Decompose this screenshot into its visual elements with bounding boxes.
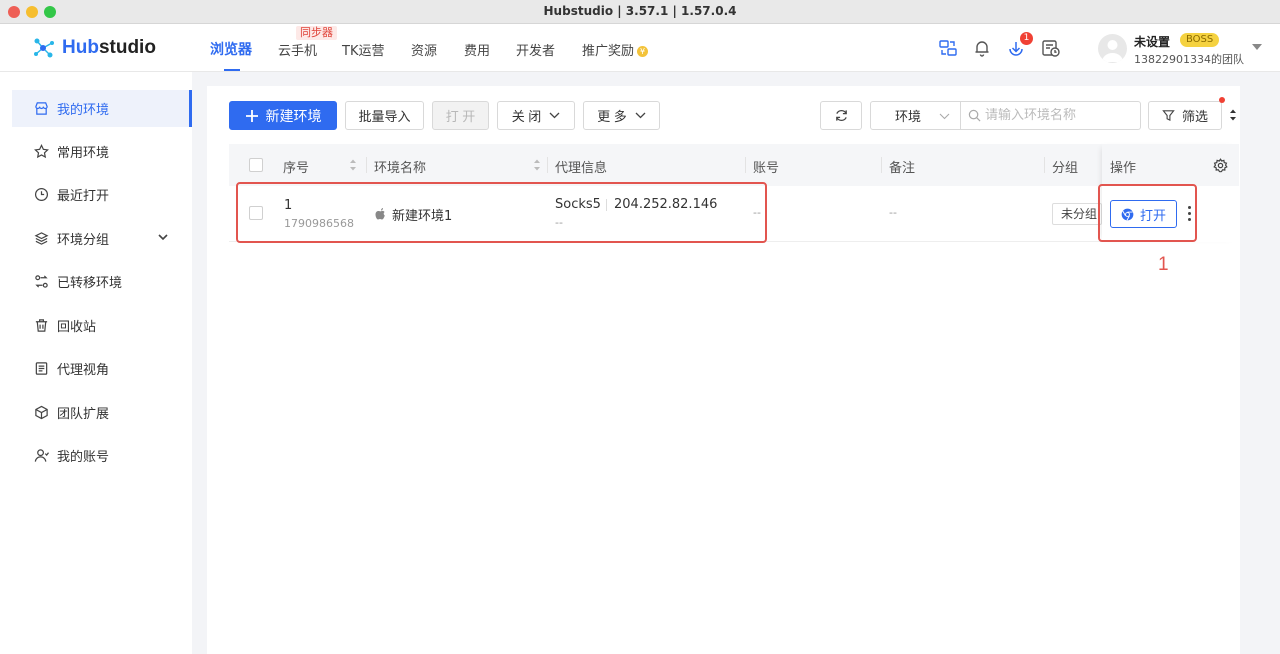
role-badge: BOSS <box>1180 33 1220 47</box>
column-header-group: 分组 <box>1052 161 1079 176</box>
sidebar-item-label: 环境分组 <box>57 233 110 248</box>
nav-browser[interactable]: 浏览器 <box>210 39 252 59</box>
new-environment-button[interactable]: 新建环境 <box>229 101 337 130</box>
notification-badge: 1 <box>1020 32 1033 45</box>
nav-sync-tag: 同步器 <box>296 26 337 40</box>
sidebar-item-recent[interactable]: 最近打开 <box>12 176 192 213</box>
chevron-down-icon[interactable] <box>158 233 168 241</box>
column-header-index: 序号 <box>283 161 310 176</box>
user-name: 未设置 <box>1134 35 1171 49</box>
nav-cloud-phone[interactable]: 云手机 <box>278 40 317 59</box>
sidebar-item-my-environments[interactable]: 我的环境 <box>12 90 192 127</box>
nav-referral-rewards[interactable]: 推广奖励 ¥ <box>582 40 649 59</box>
sidebar-item-team-extension[interactable]: 团队扩展 <box>12 394 192 431</box>
nav-resources[interactable]: 资源 <box>411 40 437 59</box>
transfer-icon <box>35 275 48 288</box>
row-remark: -- <box>889 206 897 219</box>
star-icon <box>34 144 49 159</box>
sidebar-item-label: 我的账号 <box>57 450 110 465</box>
chevron-down-icon <box>635 112 646 119</box>
layers-icon <box>34 232 49 245</box>
search-icon <box>968 109 981 122</box>
sidebar-item-label: 常用环境 <box>57 146 110 161</box>
app-header: Hubstudio 浏览器 同步器 云手机 TK运营 资源 费用 开发者 推广奖… <box>0 24 1280 72</box>
avatar[interactable] <box>1098 34 1127 63</box>
sidebar-item-recycle-bin[interactable]: 回收站 <box>12 307 192 344</box>
sidebar-item-favorites[interactable]: 常用环境 <box>12 133 192 170</box>
sidebar-item-transferred[interactable]: 已转移环境 <box>12 263 192 300</box>
logo-text-studio: studio <box>98 37 156 58</box>
column-header-actions: 操作 <box>1110 161 1137 176</box>
column-header-env-name: 环境名称 <box>374 161 427 176</box>
table-header: 序号 环境名称 代理信息 账号 备注 分组 <box>229 144 1239 186</box>
sidebar-item-proxy-view[interactable]: 代理视角 <box>12 350 192 387</box>
trash-icon <box>35 319 48 332</box>
sidebar-item-label: 团队扩展 <box>57 407 110 422</box>
window-title: Hubstudio | 3.57.1 | 1.57.0.4 <box>543 4 737 18</box>
nav-developer[interactable]: 开发者 <box>516 40 555 59</box>
more-dropdown-button[interactable]: 更 多 <box>583 101 660 130</box>
hubstudio-logo[interactable]: Hubstudio <box>32 36 156 60</box>
filter-active-dot <box>1219 97 1225 103</box>
default-avatar-icon <box>1102 40 1123 62</box>
filter-button[interactable]: 筛选 <box>1148 101 1222 130</box>
batch-import-button[interactable]: 批量导入 <box>345 101 424 130</box>
chevron-down-icon <box>939 113 950 120</box>
search-input[interactable] <box>985 108 1125 123</box>
annotation-open-button-highlight <box>1098 184 1197 242</box>
schedule-icon[interactable] <box>1041 38 1061 58</box>
gear-icon[interactable] <box>1213 158 1228 173</box>
sort-icon[interactable] <box>533 158 541 172</box>
nav-active-indicator <box>224 69 240 71</box>
cube-icon <box>35 405 48 420</box>
close-dropdown-label: 关 闭 <box>511 109 542 124</box>
sidebar-item-label: 回收站 <box>57 320 97 335</box>
refresh-icon <box>835 110 847 121</box>
sidebar-item-label: 我的环境 <box>57 103 110 118</box>
column-header-account: 账号 <box>753 161 780 176</box>
nav-referral-label: 推广奖励 <box>582 44 635 59</box>
search-box[interactable] <box>960 101 1141 130</box>
environment-list-panel: 新建环境 批量导入 打 开 关 闭 更 多 环境 筛选 序号 环境名称 代理信息… <box>207 86 1240 654</box>
chevron-down-icon <box>549 112 560 119</box>
user-team: 13822901334的团队 <box>1134 53 1244 66</box>
new-environment-label: 新建环境 <box>265 107 322 124</box>
annotation-row-highlight <box>236 182 767 243</box>
plus-icon <box>245 109 258 122</box>
column-header-proxy: 代理信息 <box>555 161 608 176</box>
screen-sync-icon[interactable] <box>938 38 958 58</box>
environment-field-label: 环境 <box>895 110 922 125</box>
nav-billing[interactable]: 费用 <box>464 40 490 59</box>
store-icon <box>35 102 48 115</box>
window-titlebar: Hubstudio | 3.57.1 | 1.57.0.4 <box>0 0 1280 24</box>
select-all-checkbox[interactable] <box>249 158 263 172</box>
sidebar-item-env-groups[interactable]: 环境分组 <box>12 220 192 257</box>
sort-toggle-icon[interactable] <box>1229 108 1237 122</box>
column-header-remark: 备注 <box>889 161 916 176</box>
row-group-tag: 未分组 <box>1052 203 1102 225</box>
bell-icon[interactable] <box>972 38 992 58</box>
logo-text-hub: Hub <box>62 37 99 58</box>
sidebar-item-label: 最近打开 <box>57 189 110 204</box>
sidebar-item-label: 代理视角 <box>57 363 110 378</box>
sidebar: 我的环境 常用环境 最近打开 环境分组 已转移环境 回收站 代理视角 团队扩展 … <box>0 72 192 654</box>
nav-tk-operation[interactable]: TK运营 <box>342 40 384 59</box>
sidebar-item-label: 已转移环境 <box>57 276 123 291</box>
sort-icon[interactable] <box>349 158 357 172</box>
coin-icon: ¥ <box>637 46 649 57</box>
molecule-logo-icon <box>34 38 54 58</box>
more-dropdown-label: 更 多 <box>597 109 627 124</box>
annotation-step-label: 1 <box>1158 254 1169 275</box>
sidebar-item-my-account[interactable]: 我的账号 <box>12 437 192 474</box>
proxy-icon <box>35 362 48 375</box>
user-icon <box>34 449 49 462</box>
open-selected-button[interactable]: 打 开 <box>432 101 489 130</box>
user-menu-caret-icon[interactable] <box>1252 44 1262 50</box>
refresh-button[interactable] <box>820 101 862 130</box>
clock-icon <box>34 187 49 202</box>
filter-label: 筛选 <box>1181 109 1208 124</box>
environment-field-select[interactable]: 环境 <box>870 101 961 130</box>
close-dropdown-button[interactable]: 关 闭 <box>497 101 575 130</box>
filter-icon <box>1162 110 1175 122</box>
